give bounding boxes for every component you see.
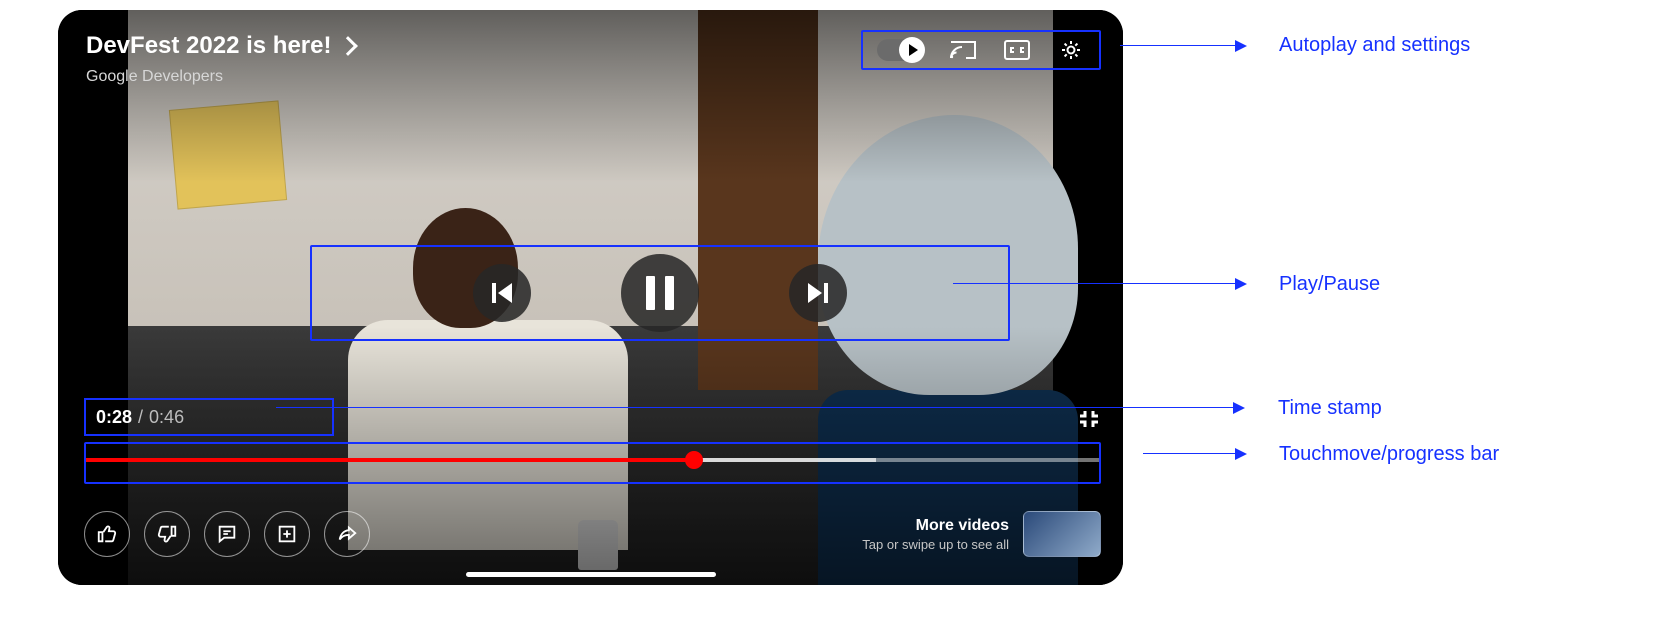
captions-icon[interactable] [1003,38,1031,62]
video-header: DevFest 2022 is here! Google Developers [86,32,843,86]
engagement-actions [84,511,370,557]
pause-icon [646,276,674,310]
more-videos-thumbnail [1023,511,1101,557]
current-time: 0:28 [96,407,132,428]
top-controls-group [861,30,1101,70]
dislike-button[interactable] [144,511,190,557]
cast-icon[interactable] [949,38,977,62]
previous-button[interactable] [473,264,531,322]
add-to-playlist-icon [276,523,298,545]
comments-button[interactable] [204,511,250,557]
timestamp: 0:28 / 0:46 [84,398,334,436]
home-indicator[interactable] [466,572,716,577]
more-videos[interactable]: More videos Tap or swipe up to see all [862,511,1101,557]
next-button[interactable] [789,264,847,322]
skip-previous-icon [492,283,512,303]
time-separator: / [138,407,143,428]
save-button[interactable] [264,511,310,557]
video-title: DevFest 2022 is here! [86,32,331,60]
callout-label-playpause: Play/Pause [1279,273,1380,296]
share-button[interactable] [324,511,370,557]
callout-arrow [1143,453,1245,454]
duration: 0:46 [149,407,184,428]
more-videos-subtitle: Tap or swipe up to see all [862,537,1009,552]
skip-next-icon [808,283,828,303]
thumbs-up-icon [96,523,118,545]
callout-arrow [276,407,1243,408]
thumbs-down-icon [156,523,178,545]
share-icon [336,523,358,545]
gear-icon[interactable] [1057,38,1085,62]
progress-bar[interactable] [84,442,1101,484]
chevron-right-icon [339,36,359,56]
exit-fullscreen-icon [1077,407,1101,431]
autoplay-toggle[interactable] [877,39,923,61]
scrubber-thumb[interactable] [685,451,703,469]
buffered-range [694,458,876,462]
progress-track [86,458,1099,462]
transport-controls [310,245,1010,341]
callout-arrow [953,283,1245,284]
video-player: DevFest 2022 is here! Google Developers [58,10,1123,585]
play-icon [909,44,918,56]
video-title-row[interactable]: DevFest 2022 is here! [86,32,843,60]
callout-label-progress: Touchmove/progress bar [1279,443,1499,466]
autoplay-knob [899,37,925,63]
pause-button[interactable] [621,254,699,332]
callout-label-autoplay: Autoplay and settings [1279,34,1470,57]
comment-icon [216,523,238,545]
exit-fullscreen-button[interactable] [1077,407,1101,431]
like-button[interactable] [84,511,130,557]
played-range [86,458,694,462]
channel-name[interactable]: Google Developers [86,68,843,86]
callout-label-timestamp: Time stamp [1278,397,1382,420]
callout-arrow [1120,45,1245,46]
more-videos-title: More videos [862,517,1009,535]
